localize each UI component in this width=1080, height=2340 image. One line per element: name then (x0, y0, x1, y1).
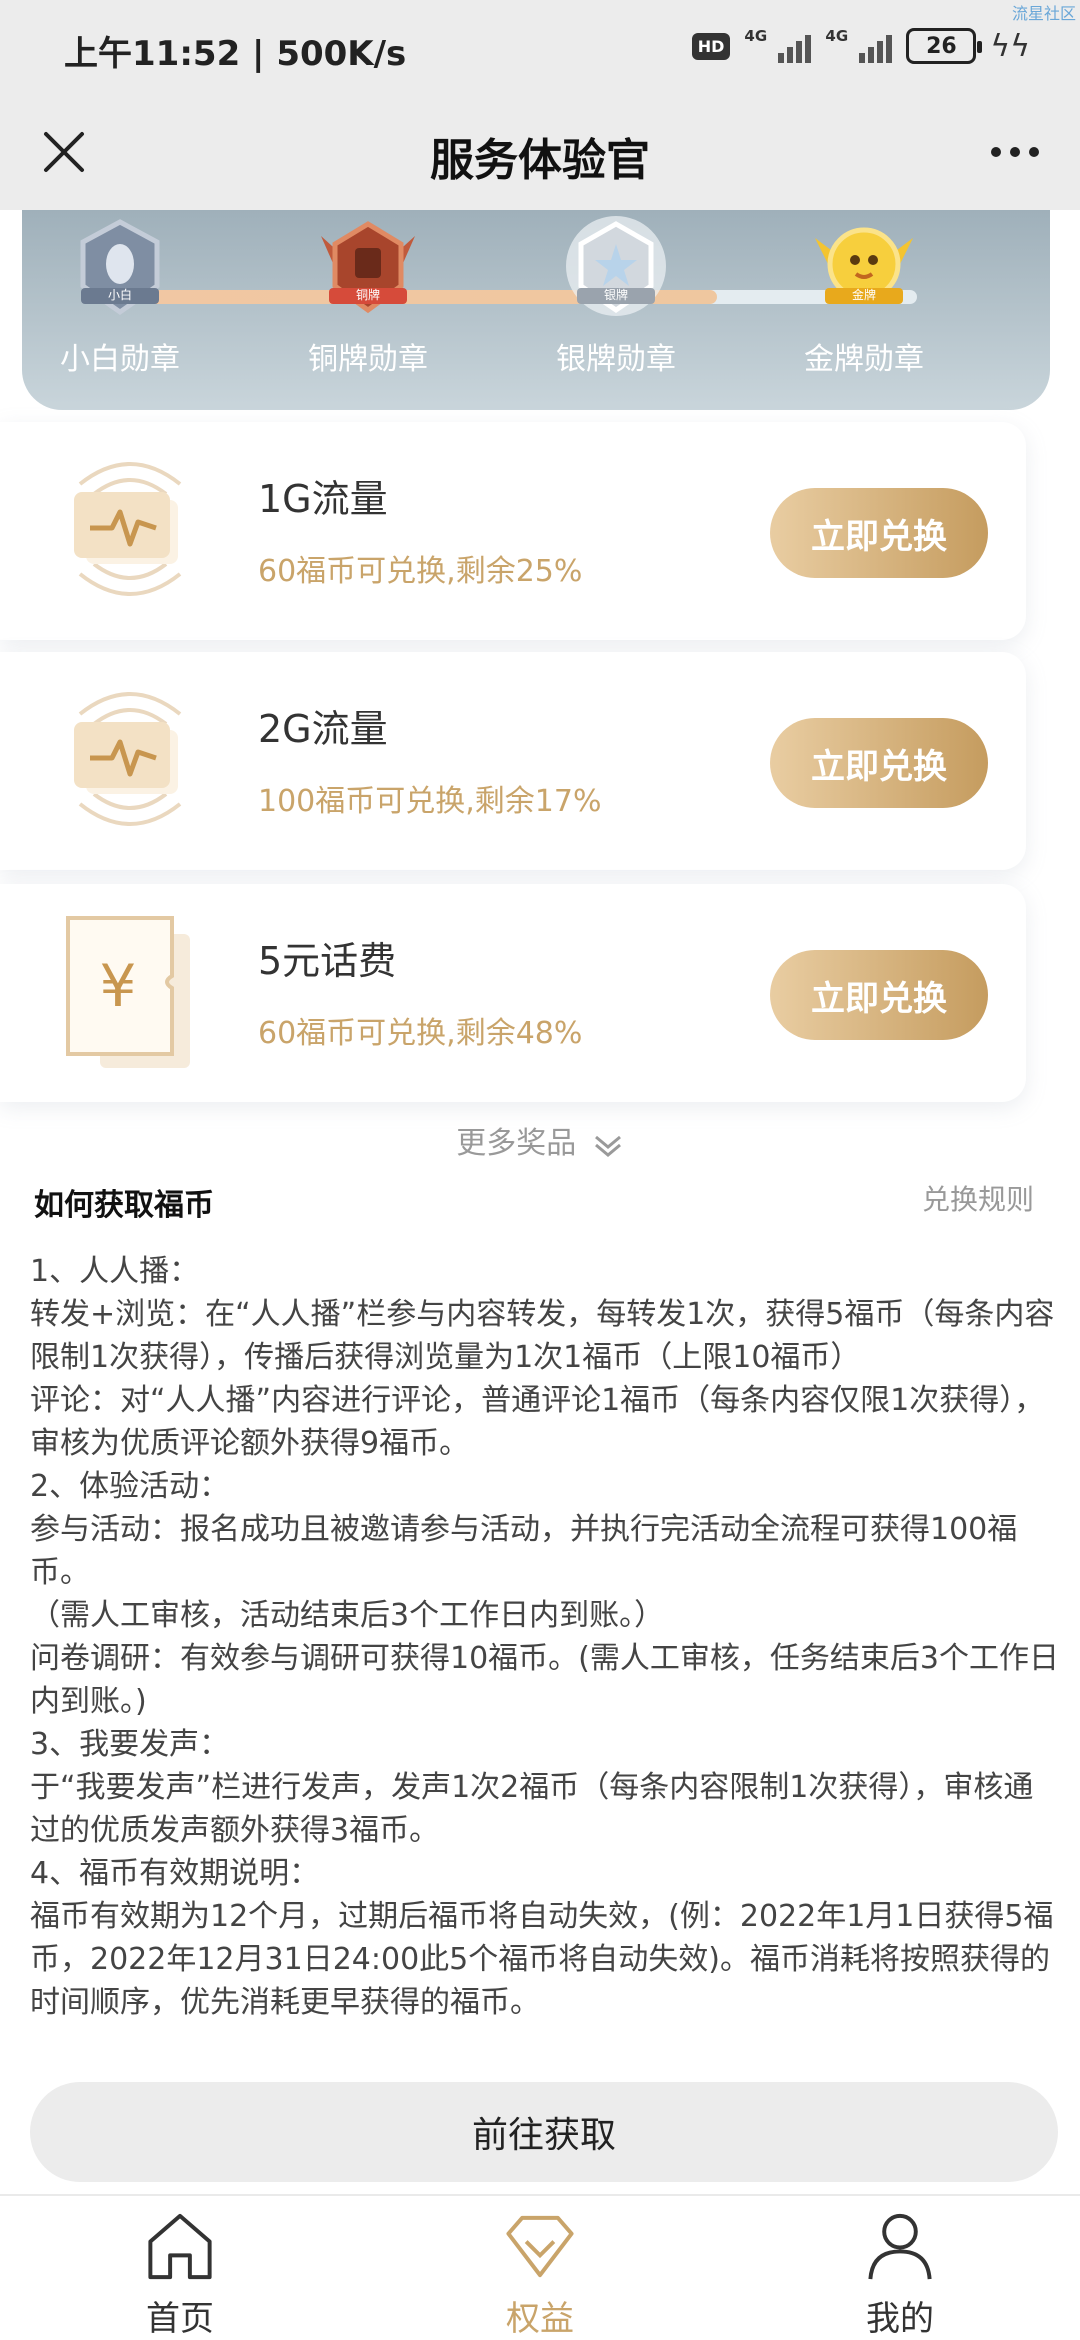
prize-name: 1G流量 (258, 477, 388, 521)
data-card-icon (74, 462, 182, 596)
tab-profile[interactable]: 我的 (720, 2196, 1080, 2340)
rules-line: 参与活动：报名成功且被邀请参与活动，并执行完活动全流程可获得100福币。 (30, 1512, 1018, 1590)
silver-medal-icon: 银牌 (561, 216, 671, 326)
network-type-label-2: 4G (825, 27, 849, 45)
rules-line: 1、人人播： (30, 1254, 200, 1289)
medal-label-silver: 银牌勋章 (556, 342, 676, 377)
more-dot-icon (1029, 147, 1039, 157)
medal-silver[interactable]: 银牌 银牌勋章 (516, 216, 716, 378)
exchange-rules-link[interactable]: 兑换规则 (922, 1178, 1034, 1218)
medal-novice[interactable]: 小白 小白勋章 (22, 216, 220, 378)
redeem-button[interactable]: 立即兑换 (770, 950, 988, 1040)
prize-card: 1G流量 60福币可兑换,剩余25% 立即兑换 (0, 422, 1026, 640)
rules-line: （需人工审核，活动结束后3个工作日内到账。） (30, 1598, 665, 1633)
redeem-button[interactable]: 立即兑换 (770, 718, 988, 808)
rules-line: 于“我要发声”栏进行发声，发声1次2福币（每条内容限制1次获得），审核通过的优质… (30, 1770, 1034, 1848)
prize-card: ¥ 5元话费 60福币可兑换,剩余48% 立即兑换 (0, 884, 1026, 1102)
novice-medal-icon: 小白 (65, 216, 175, 326)
chevron-down-icon (594, 1135, 621, 1157)
medal-label-novice: 小白勋章 (60, 342, 180, 377)
rules-line: 2、体验活动： (30, 1469, 230, 1504)
medal-bronze[interactable]: 铜牌 铜牌勋章 (268, 216, 468, 378)
prize-description: 60福币可兑换,剩余48% (258, 1016, 583, 1051)
signal-icon-2: 4G (825, 27, 893, 63)
diamond-icon (506, 2215, 574, 2278)
medal-label-gold: 金牌勋章 (804, 342, 924, 377)
rules-line: 问卷调研：有效参与调研可获得10福币。(需人工审核，任务结束后3个工作日内到账。… (30, 1641, 1059, 1719)
more-prizes-link[interactable]: 更多奖品 (0, 1118, 1080, 1162)
rules-line: 福币有效期为12个月，过期后福币将自动失效，(例：2022年1月1日获得5福币，… (30, 1899, 1054, 2020)
prize-name: 2G流量 (258, 707, 388, 751)
redeem-button[interactable]: 立即兑换 (770, 488, 988, 578)
rules-line: 3、我要发声： (30, 1727, 230, 1762)
tab-benefits[interactable]: 权益 (360, 2196, 720, 2340)
bronze-medal-icon: 铜牌 (313, 216, 423, 326)
nav-bar: 服务体验官 (0, 96, 1080, 210)
status-indicators: HD 4G 4G 26 ϟϟ (691, 27, 1030, 64)
home-icon (148, 2213, 212, 2280)
network-type-label: 4G (744, 27, 768, 45)
tab-label: 我的 (866, 2299, 934, 2339)
hd-icon: HD (691, 32, 731, 60)
status-time: 上午11:52 | 500K/s (64, 34, 407, 74)
tab-label: 权益 (506, 2299, 574, 2339)
go-earn-button[interactable]: 前往获取 (30, 2082, 1058, 2182)
medal-gold[interactable]: 金牌 金牌勋章 (764, 216, 964, 378)
rules-line: 4、福币有效期说明： (30, 1856, 320, 1891)
medal-label-bronze: 铜牌勋章 (308, 342, 428, 377)
rules-line: 评论：对“人人播”内容进行评论，普通评论1福币（每条内容仅限1次获得），审核为优… (30, 1383, 1045, 1461)
tab-home[interactable]: 首页 (0, 2196, 360, 2340)
rules-line: 转发+浏览：在“人人播”栏参与内容转发，每转发1次，获得5福币（每条内容限制1次… (30, 1297, 1055, 1375)
bottom-tab-bar: 首页 权益 我的 (0, 2194, 1080, 2340)
rules-body: 1、人人播： 转发+浏览：在“人人播”栏参与内容转发，每转发1次，获得5福币（每… (30, 1250, 1060, 2024)
medal-tag: 小白 (107, 288, 132, 302)
medal-progress-banner: 小白 小白勋章 铜牌 铜牌勋章 银牌 银牌勋章 金牌 金牌勋章 (22, 210, 1050, 410)
prize-description: 60福币可兑换,剩余25% (258, 554, 583, 589)
user-icon (868, 2213, 932, 2280)
gold-medal-icon: 金牌 (809, 216, 919, 326)
page-title: 服务体验官 (430, 135, 650, 186)
data-card-icon (74, 692, 182, 826)
tab-label: 首页 (146, 2299, 214, 2339)
status-bar: 上午11:52 | 500K/s 流星社区 HD 4G 4G 26 ϟϟ (0, 0, 1080, 96)
prize-name: 5元话费 (258, 939, 397, 983)
prize-description: 100福币可兑换,剩余17% (258, 784, 602, 819)
more-dot-icon (1010, 147, 1020, 157)
svg-text:¥: ¥ (100, 952, 137, 1020)
medal-tag: 金牌 (851, 288, 876, 302)
prize-card: 2G流量 100福币可兑换,剩余17% 立即兑换 (0, 652, 1026, 870)
medal-tag: 银牌 (603, 288, 628, 302)
more-options-button[interactable] (980, 120, 1050, 184)
more-dot-icon (991, 147, 1001, 157)
more-prizes-label: 更多奖品 (456, 1126, 577, 1161)
medal-tag: 铜牌 (355, 288, 380, 302)
rules-heading: 如何获取福币 (34, 1188, 214, 1223)
charging-icon: ϟϟ (990, 28, 1030, 64)
corner-watermark: 流星社区 (1011, 4, 1076, 23)
yuan-ticket-icon: ¥ (66, 916, 190, 1068)
battery-icon: 26 (906, 28, 983, 64)
signal-icon: 4G (744, 27, 812, 63)
